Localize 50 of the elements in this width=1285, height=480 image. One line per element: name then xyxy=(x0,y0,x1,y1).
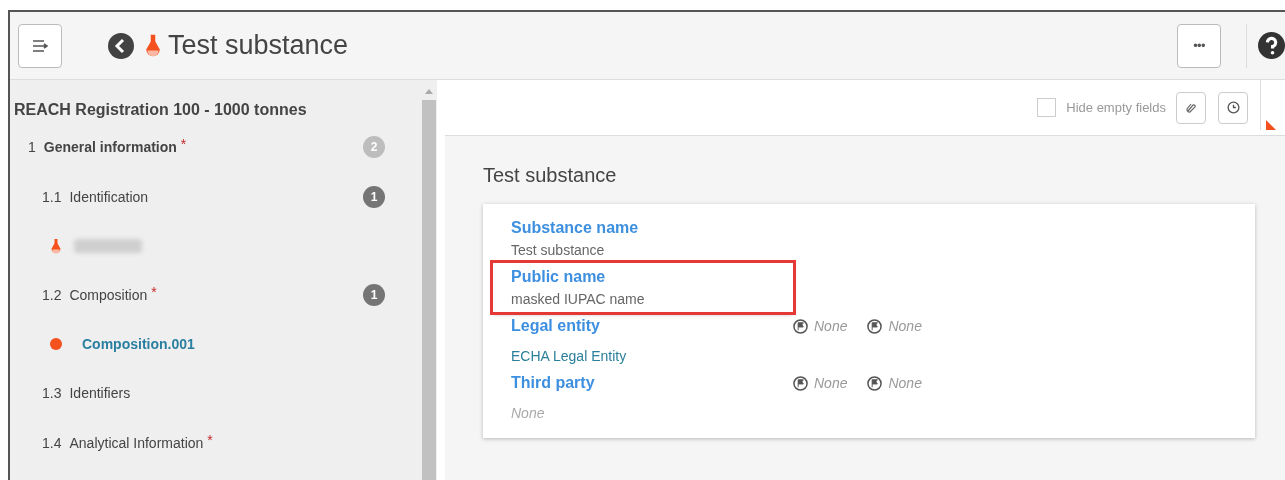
section-number: 1.2 xyxy=(42,285,62,305)
tree-item[interactable]: Identification xyxy=(69,186,149,208)
section-number: 1.4 xyxy=(42,433,62,453)
count-badge: 2 xyxy=(363,136,385,158)
scroll-up-icon[interactable] xyxy=(425,88,433,94)
flask-icon xyxy=(144,33,162,58)
flag-value: None xyxy=(814,317,848,336)
required-mark: * xyxy=(180,135,187,154)
flag-value: None xyxy=(888,374,922,393)
flag-icon xyxy=(867,376,883,391)
tree-item[interactable]: Composition xyxy=(69,284,148,306)
sidebar-title: REACH Registration 100 - 1000 tonnes xyxy=(13,100,308,120)
required-mark: * xyxy=(207,431,213,450)
history-button[interactable] xyxy=(1218,91,1248,124)
tree-item[interactable]: Composition.001 xyxy=(82,333,195,355)
corner-marker-icon xyxy=(1266,120,1276,130)
blurred-label xyxy=(74,239,142,253)
flag-icon xyxy=(793,319,808,334)
section-number: 1.1 xyxy=(42,187,62,207)
attachment-button[interactable] xyxy=(1176,91,1206,124)
section-number: 1.3 xyxy=(42,383,62,403)
field-value[interactable]: ECHA Legal Entity xyxy=(511,346,793,367)
field-label: Public name xyxy=(511,267,607,287)
menu-button[interactable] xyxy=(18,23,62,68)
section-title: Test substance xyxy=(483,163,618,188)
flask-icon xyxy=(50,238,62,254)
flag-icon xyxy=(793,376,808,391)
field-value: Test substance xyxy=(511,241,606,260)
field-value: None xyxy=(511,404,546,423)
menu-icon xyxy=(32,38,48,53)
paperclip-icon xyxy=(1185,101,1197,114)
section-number: 1 xyxy=(28,137,36,157)
flag-value: None xyxy=(888,317,922,336)
help-icon[interactable] xyxy=(1258,32,1285,59)
field-value: masked IUPAC name xyxy=(511,290,646,309)
required-mark: * xyxy=(151,283,157,302)
field-label: Substance name xyxy=(511,218,640,238)
back-icon[interactable] xyxy=(108,32,134,59)
tree-item[interactable]: Analytical Information xyxy=(69,432,204,454)
flag-icon xyxy=(867,319,883,334)
more-button[interactable]: ••• xyxy=(1177,23,1221,68)
field-label: Legal entity xyxy=(511,316,601,336)
tree-item[interactable]: Identifiers xyxy=(69,382,131,404)
page-title: Test substance xyxy=(168,29,349,63)
clock-icon xyxy=(1226,101,1240,114)
count-badge: 1 xyxy=(363,186,385,208)
flag-value: None xyxy=(814,374,848,393)
tree-item[interactable]: General information xyxy=(43,136,177,158)
count-badge: 1 xyxy=(363,284,385,306)
field-label: Third party xyxy=(511,373,596,393)
